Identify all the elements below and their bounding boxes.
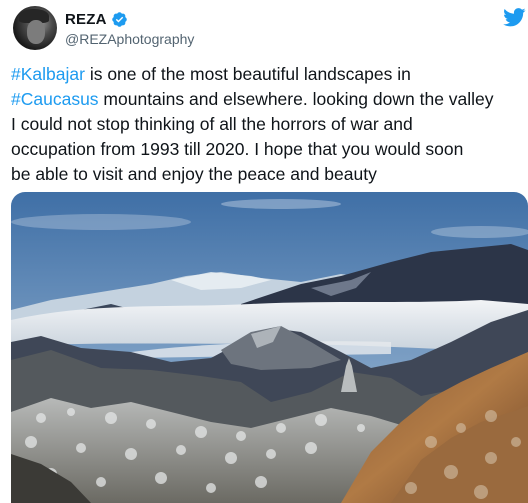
- author-name[interactable]: REZA: [65, 11, 107, 28]
- twitter-bird-icon[interactable]: [503, 8, 526, 27]
- hashtag-link[interactable]: #Caucasus: [11, 89, 99, 109]
- avatar-face: [27, 20, 45, 44]
- author-handle[interactable]: @REZAphotography: [65, 31, 194, 47]
- tweet-text: #Kalbajar is one of the most beautiful l…: [11, 62, 526, 187]
- tweet-text-segment: is one of the most beautiful landscapes …: [89, 64, 411, 84]
- tweet-photo[interactable]: [11, 192, 528, 503]
- hashtag-link[interactable]: #Kalbajar: [11, 64, 85, 84]
- verified-badge-icon: [111, 12, 127, 27]
- author-name-row[interactable]: REZA: [65, 11, 128, 28]
- landscape-photo: [11, 192, 528, 503]
- avatar[interactable]: [13, 6, 57, 50]
